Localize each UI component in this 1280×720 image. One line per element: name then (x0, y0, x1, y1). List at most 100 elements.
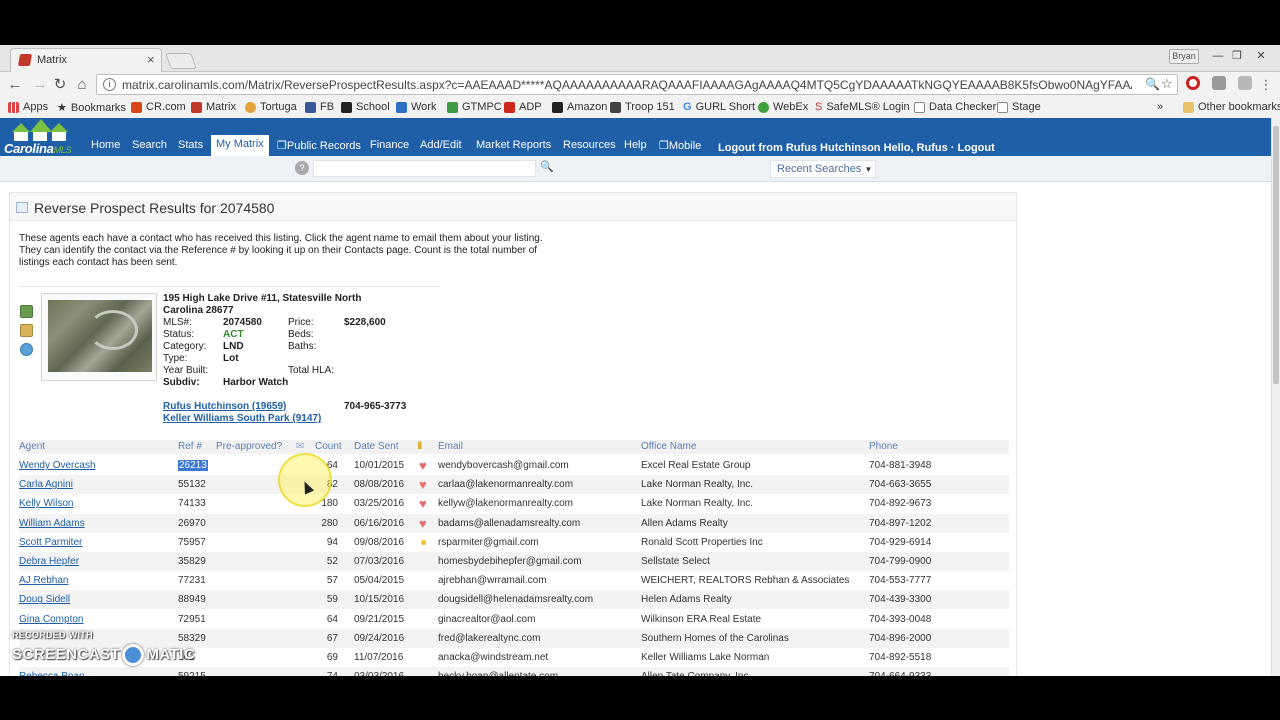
search-icon[interactable]: 🔍 (538, 160, 556, 176)
col-date[interactable]: Date Sent (354, 441, 398, 452)
col-phone[interactable]: Phone (869, 441, 898, 452)
site-info-icon[interactable]: i (103, 78, 116, 91)
bookmark-apps[interactable]: Apps (8, 101, 48, 113)
bookmarks-overflow[interactable]: » (1157, 101, 1163, 113)
home-icon[interactable]: ⌂ (73, 76, 91, 94)
listing-office-link[interactable]: Keller Williams South Park (9147) (163, 413, 321, 424)
col-ref[interactable]: Ref # (178, 441, 202, 452)
page-scrollbar[interactable] (1271, 118, 1280, 676)
agent-name-link[interactable]: Wendy Overcash (19, 460, 96, 471)
listing-photo-frame[interactable] (41, 293, 157, 381)
nav-market-reports[interactable]: Market Reports (471, 136, 556, 156)
extension-icon[interactable] (1212, 76, 1226, 90)
cr-icon (131, 101, 142, 113)
agent-name-link[interactable]: Kelly Wilson (19, 498, 73, 509)
bookmark-matrix[interactable]: Matrix (191, 101, 236, 113)
bookmark-safemls[interactable]: S SafeMLS® Login (815, 101, 910, 113)
divider (19, 286, 439, 287)
bookmark-troop[interactable]: Troop 151 (610, 101, 675, 113)
logout-link[interactable]: Logout from Rufus Hutchinson Hello, Rufu… (718, 142, 995, 154)
bookmark-adp[interactable]: ADP (504, 101, 542, 113)
opera-extension-icon[interactable] (1186, 76, 1200, 90)
bookmark-cr[interactable]: CR.com (131, 101, 186, 113)
nav-finance[interactable]: Finance (365, 136, 414, 156)
help-icon[interactable]: ? (295, 161, 309, 175)
extension-icon[interactable] (1238, 76, 1252, 90)
bookmark-bookmarks[interactable]: ★ Bookmarks (57, 101, 126, 115)
nav-help[interactable]: Help (619, 136, 652, 156)
office-name: Southern Homes of the Carolinas (641, 632, 789, 644)
col-count[interactable]: Count (315, 441, 342, 452)
envelope-icon: ✉ (296, 441, 305, 452)
col-email[interactable]: Email (438, 441, 463, 452)
zoom-icon[interactable]: 🔍 (1145, 77, 1160, 91)
bookmarks-bar: Apps ★ Bookmarks CR.com Matrix Tortuga FB… (0, 97, 1280, 118)
browser-tab-matrix[interactable]: Matrix × (10, 48, 162, 72)
back-arrow-icon[interactable]: ← (6, 76, 24, 94)
nav-my-matrix[interactable]: My Matrix (211, 135, 269, 156)
agent-name-link[interactable]: Gina Compton (19, 614, 83, 625)
listing-agent-link[interactable]: Rufus Hutchinson (19659) (163, 401, 286, 412)
other-bookmarks[interactable]: Other bookmarks (1183, 101, 1280, 113)
tab-close-icon[interactable]: × (147, 52, 155, 67)
nav-resources[interactable]: Resources (558, 136, 621, 156)
heart-icon[interactable] (419, 458, 431, 473)
new-tab-button[interactable] (165, 53, 197, 69)
watermark-left: SCREENCAST (12, 645, 121, 663)
nav-add-edit[interactable]: Add/Edit (415, 136, 467, 156)
bookmark-star-icon[interactable]: ☆ (1161, 76, 1173, 92)
reload-icon[interactable]: ↻ (51, 76, 69, 94)
nav-home[interactable]: Home (86, 136, 125, 156)
menu-icon[interactable]: ⋮ (1257, 76, 1275, 94)
bookmark-stage[interactable]: Stage (997, 101, 1041, 113)
agent-name-link[interactable]: AJ Rebhan (19, 575, 68, 586)
date-sent: 09/08/2016 (354, 536, 405, 548)
maximize-icon[interactable]: ❐ (1228, 49, 1246, 63)
email-address: ginacrealtor@aol.com (438, 613, 536, 625)
photo-icon[interactable] (20, 305, 33, 318)
col-preapproved[interactable]: Pre-approved? (216, 441, 282, 452)
heart-icon[interactable] (419, 477, 431, 492)
nav-stats[interactable]: Stats (173, 136, 208, 156)
bookmark-fb[interactable]: FB (305, 101, 334, 113)
forward-arrow-icon[interactable]: → (31, 76, 49, 94)
nav-mobile[interactable]: ❐Mobile (654, 136, 706, 156)
profile-button[interactable]: Bryan (1169, 49, 1199, 64)
carolina-mls-logo[interactable]: CarolinaMLS (4, 119, 84, 156)
status-value: ACT (223, 329, 244, 340)
col-agent[interactable]: Agent (19, 441, 45, 452)
agent-name-link[interactable]: Scott Parmiter (19, 537, 82, 548)
heart-icon[interactable] (419, 516, 431, 531)
bookmark-school[interactable]: School (341, 101, 390, 113)
recent-searches-dropdown[interactable]: Recent Searches ▼ (770, 160, 876, 178)
agent-name-link[interactable]: Debra Hepfer (19, 556, 79, 567)
nav-public-records[interactable]: ❐Public Records (272, 136, 366, 156)
phone-number: 704-393-0048 (869, 613, 932, 625)
bookmark-work[interactable]: Work (396, 101, 436, 113)
watermark-o-icon (122, 644, 145, 666)
nav-search[interactable]: Search (127, 136, 172, 156)
agent-name-link[interactable]: Doug Sidell (19, 594, 70, 605)
heart-icon[interactable] (419, 496, 431, 511)
office-name: Ronald Scott Properties Inc (641, 536, 763, 548)
troop-icon (610, 101, 621, 113)
minimize-icon[interactable]: — (1209, 49, 1227, 63)
bookmark-webex[interactable]: WebEx (758, 101, 808, 113)
agent-name-link[interactable]: William Adams (19, 518, 85, 529)
quick-search-input[interactable] (313, 160, 536, 177)
agent-name-link[interactable]: Carla Agnini (19, 479, 73, 490)
mls-label: MLS#: (163, 317, 192, 328)
window-close-icon[interactable]: ✕ (1252, 49, 1270, 63)
bookmark-gurl[interactable]: G GURL Short (683, 101, 755, 113)
globe-icon[interactable] (20, 343, 33, 356)
bookmark-tortuga[interactable]: Tortuga (245, 101, 297, 113)
scrollbar-thumb[interactable] (1273, 126, 1279, 384)
bookmark-data-checker[interactable]: Data Checker (914, 101, 996, 113)
bookmark-gtmpc[interactable]: GTMPC (447, 101, 502, 113)
lightbulb-icon[interactable] (419, 535, 431, 549)
col-office[interactable]: Office Name (641, 441, 696, 452)
map-icon[interactable] (20, 324, 33, 337)
address-bar[interactable]: i matrix.carolinamls.com/Matrix/ReverseP… (96, 74, 1178, 95)
price-value: $228,600 (344, 317, 386, 328)
bookmark-amazon[interactable]: Amazon (552, 101, 607, 113)
